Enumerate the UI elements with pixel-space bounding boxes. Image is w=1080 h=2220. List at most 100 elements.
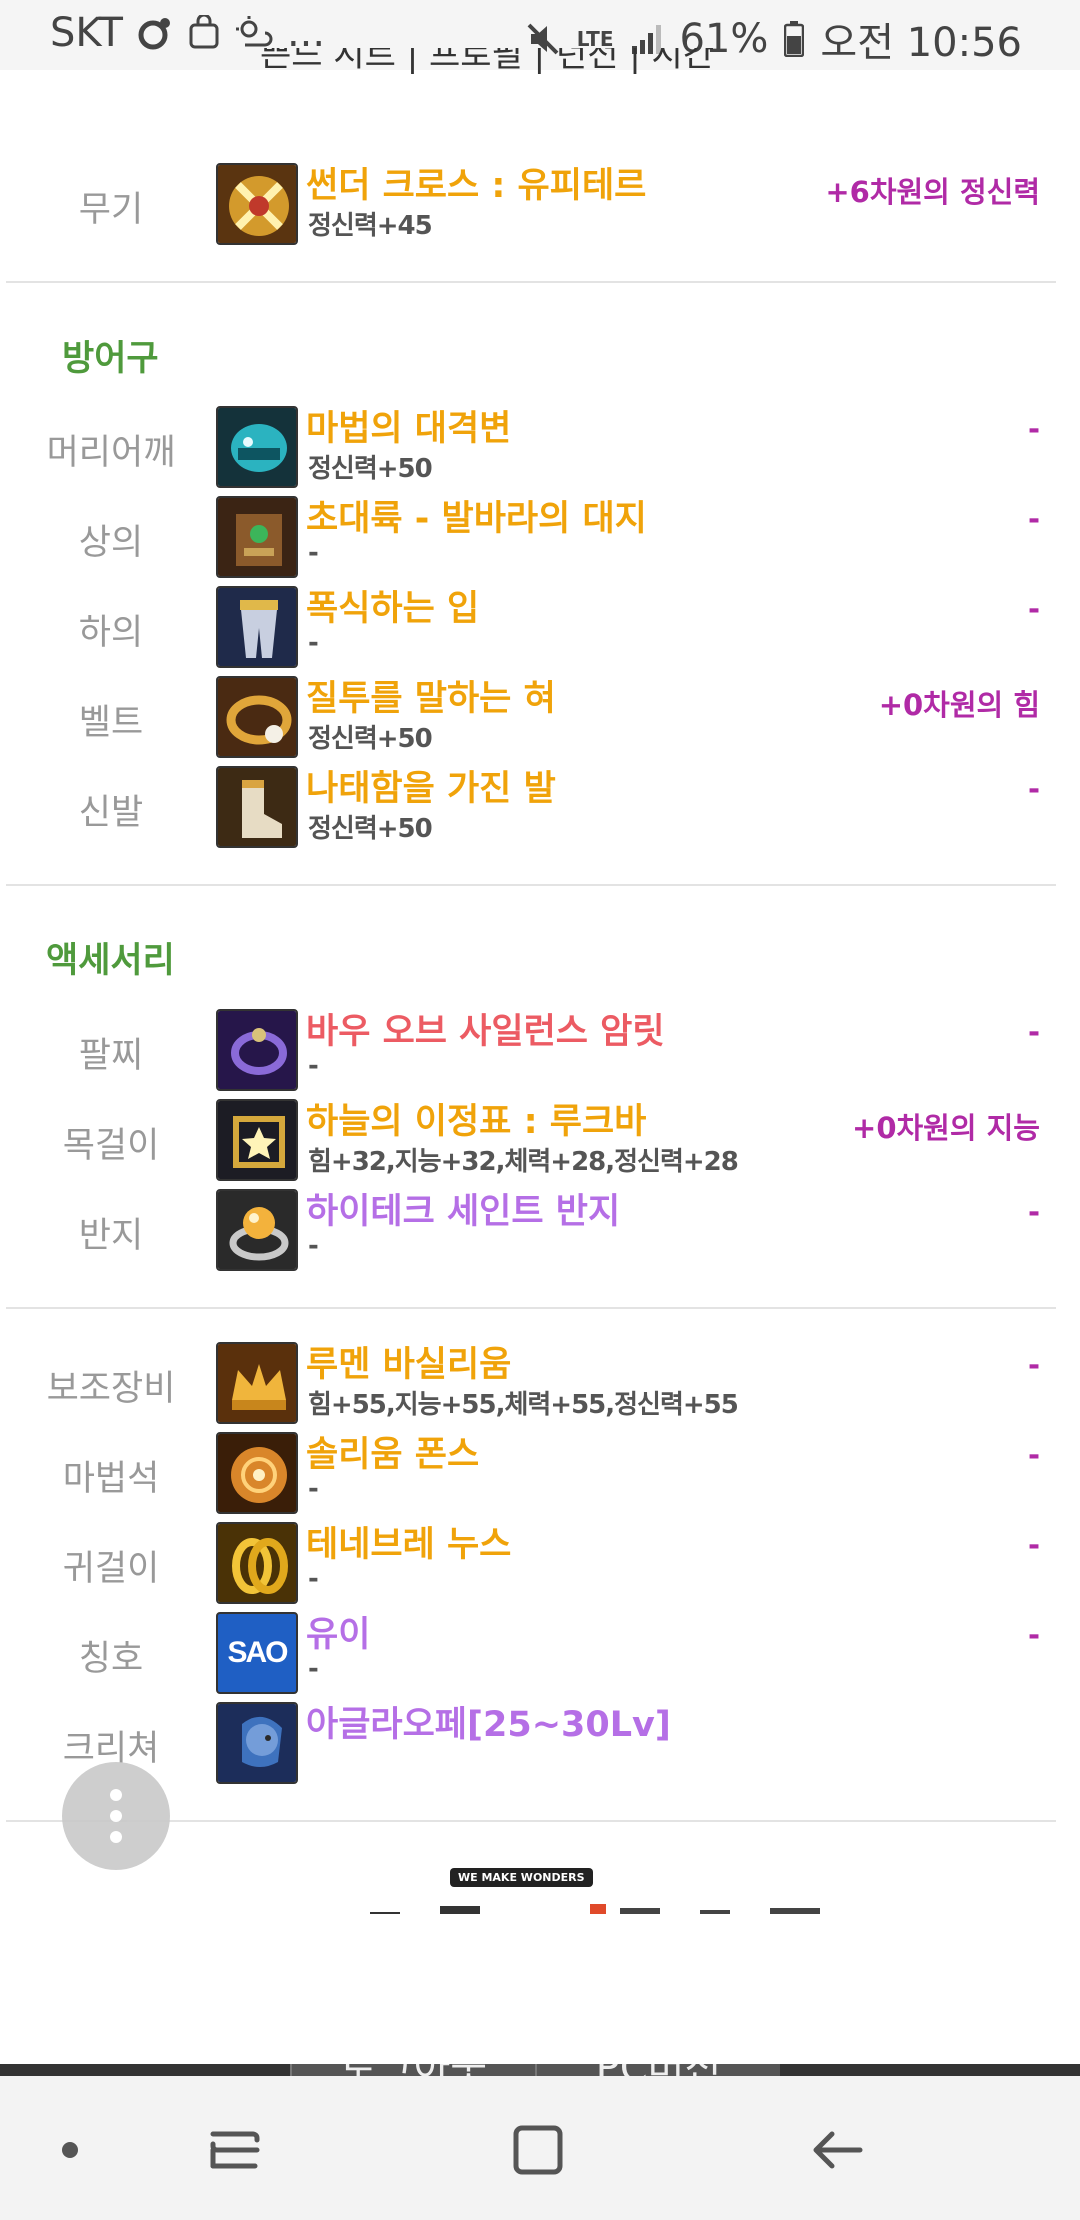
crown-icon — [216, 1342, 298, 1424]
item-extra: - — [1027, 412, 1040, 446]
menu-dot-icon — [110, 1789, 122, 1801]
item-stat: - — [308, 1231, 319, 1261]
earring-icon — [216, 1522, 298, 1604]
slot-label: 반지 — [78, 1216, 144, 1256]
magic-stone-icon — [216, 1432, 298, 1514]
slot-label: 상의 — [78, 523, 144, 563]
belt-icon — [216, 676, 298, 758]
item-name[interactable]: 마법의 대격변 — [306, 400, 511, 451]
item-name[interactable]: 아글라오페[25~30Lv] — [306, 1696, 671, 1747]
item-stat: - — [308, 1564, 319, 1594]
slot-label: 마법석 — [62, 1459, 160, 1499]
item-extra: - — [1027, 1618, 1040, 1652]
item-stat: - — [308, 1474, 319, 1504]
clock: 오전 10:56 — [820, 20, 1022, 66]
system-nav-bar — [0, 2076, 1080, 2220]
ring-icon — [216, 1189, 298, 1271]
item-stat: - — [308, 628, 319, 658]
banner-logo-partial — [360, 1898, 920, 1914]
weapon-cross-icon — [216, 163, 298, 245]
item-extra: - — [1027, 1528, 1040, 1562]
equip-row-subweapon[interactable]: 보조장비 루멘 바실리움 힘+55,지능+55,체력+55,정신력+55 - — [0, 1342, 1080, 1430]
item-extra: - — [1027, 1438, 1040, 1472]
divider — [6, 884, 1056, 886]
leg-armor-icon — [216, 586, 298, 668]
equip-row-top[interactable]: 상의 초대륙 - 발바라의 대지 - - — [0, 496, 1080, 584]
item-extra: - — [1027, 502, 1040, 536]
section-title-armor: 방어구 — [62, 339, 159, 379]
item-extra: - — [1027, 1348, 1040, 1382]
item-stat: 정신력+50 — [308, 814, 433, 844]
item-name[interactable]: 하늘의 이정표 : 루크바 — [306, 1093, 646, 1144]
equip-row-ring[interactable]: 반지 하이테크 세인트 반지 - - — [0, 1189, 1080, 1277]
slot-label: 칭호 — [78, 1639, 144, 1679]
item-name[interactable]: 솔리움 폰스 — [306, 1426, 479, 1477]
item-name[interactable]: 질투를 말하는 혀 — [306, 670, 556, 721]
equip-row-weapon[interactable]: 무기 썬더 크로스 : 유피테르 정신력+45 +6차원의 정신력 — [0, 163, 1080, 251]
item-name[interactable]: 썬더 크로스 : 유피테르 — [306, 157, 646, 208]
equip-row-bracelet[interactable]: 팔찌 바우 오브 사일런스 암릿 - - — [0, 1009, 1080, 1097]
equip-row-title[interactable]: 칭호 SAO 유이 - - — [0, 1612, 1080, 1700]
chest-armor-icon — [216, 496, 298, 578]
slot-label: 목걸이 — [62, 1126, 160, 1166]
nav-dot-icon[interactable] — [40, 2120, 100, 2180]
item-stat: 정신력+50 — [308, 724, 433, 754]
slot-label: 귀걸이 — [62, 1549, 160, 1589]
slot-label: 무기 — [78, 190, 144, 230]
equip-row-belt[interactable]: 벨트 질투를 말하는 혀 정신력+50 +0차원의 힘 — [0, 676, 1080, 764]
item-stat: - — [308, 1654, 319, 1684]
menu-dot-icon — [110, 1810, 122, 1822]
slot-label: 벨트 — [78, 703, 144, 743]
banner-tag: WE MAKE WONDERS — [450, 1868, 593, 1887]
item-name[interactable]: 폭식하는 입 — [306, 580, 479, 631]
item-extra: +6차원의 정신력 — [825, 175, 1040, 209]
back-icon[interactable] — [808, 2120, 868, 2180]
item-extra: +0차원의 힘 — [878, 688, 1040, 722]
home-icon[interactable] — [508, 2120, 568, 2180]
weather-icon — [235, 16, 273, 47]
shopping-bag-icon — [189, 15, 219, 49]
sao-title-icon: SAO — [216, 1612, 298, 1694]
item-stat: - — [308, 1051, 319, 1081]
item-extra: - — [1027, 772, 1040, 806]
slot-label: 신발 — [78, 793, 144, 833]
bracelet-icon — [216, 1009, 298, 1091]
item-name[interactable]: 바우 오브 사일런스 암릿 — [306, 1003, 665, 1054]
equip-row-bottom[interactable]: 하의 폭식하는 입 - - — [0, 586, 1080, 674]
equip-row-shoes[interactable]: 신발 나태함을 가진 발 정신력+50 - — [0, 766, 1080, 854]
slot-label: 머리어깨 — [46, 433, 176, 473]
item-stat: 힘+55,지능+55,체력+55,정신력+55 — [308, 1390, 739, 1420]
slot-label: 하의 — [78, 613, 144, 653]
carrier-label: SKT — [50, 10, 123, 56]
divider — [6, 1307, 1056, 1309]
item-name[interactable]: 루멘 바실리움 — [306, 1336, 511, 1387]
equip-row-head[interactable]: 머리어깨 마법의 대격변 정신력+50 - — [0, 406, 1080, 494]
cutoff-header-text: 쁜드 시트 | 프로필 | 던전 | 시간 — [260, 48, 715, 74]
recent-apps-icon[interactable] — [205, 2120, 265, 2180]
item-stat: 정신력+45 — [308, 211, 433, 241]
boots-icon — [216, 766, 298, 848]
notification-app-icon — [138, 18, 170, 50]
equip-row-creature[interactable]: 크리쳐 아글라오페[25~30Lv] — [0, 1702, 1080, 1790]
item-extra: +0차원의 지능 — [852, 1111, 1040, 1145]
equip-row-necklace[interactable]: 목걸이 하늘의 이정표 : 루크바 힘+32,지능+32,체력+28,정신력+2… — [0, 1099, 1080, 1187]
creature-icon — [216, 1702, 298, 1784]
slot-label: 보조장비 — [46, 1369, 176, 1409]
equip-row-earring[interactable]: 귀걸이 테네브레 누스 - - — [0, 1522, 1080, 1610]
item-name[interactable]: 초대륙 - 발바라의 대지 — [306, 490, 647, 541]
item-stat: - — [308, 538, 319, 568]
item-name[interactable]: 테네브레 누스 — [306, 1516, 511, 1567]
item-extra: - — [1027, 1015, 1040, 1049]
item-name[interactable]: 하이테크 세인트 반지 — [306, 1183, 620, 1234]
helmet-icon — [216, 406, 298, 488]
equip-row-magicstone[interactable]: 마법석 솔리움 폰스 - - — [0, 1432, 1080, 1520]
necklace-icon — [216, 1099, 298, 1181]
item-name[interactable]: 유이 — [306, 1606, 370, 1657]
floating-menu-button[interactable] — [62, 1762, 170, 1870]
item-stat: 힘+32,지능+32,체력+28,정신력+28 — [308, 1147, 739, 1177]
section-title-accessory: 액세서리 — [46, 941, 175, 981]
item-name[interactable]: 나태함을 가진 발 — [306, 760, 556, 811]
divider — [6, 281, 1056, 283]
menu-dot-icon — [110, 1831, 122, 1843]
item-extra: - — [1027, 592, 1040, 626]
